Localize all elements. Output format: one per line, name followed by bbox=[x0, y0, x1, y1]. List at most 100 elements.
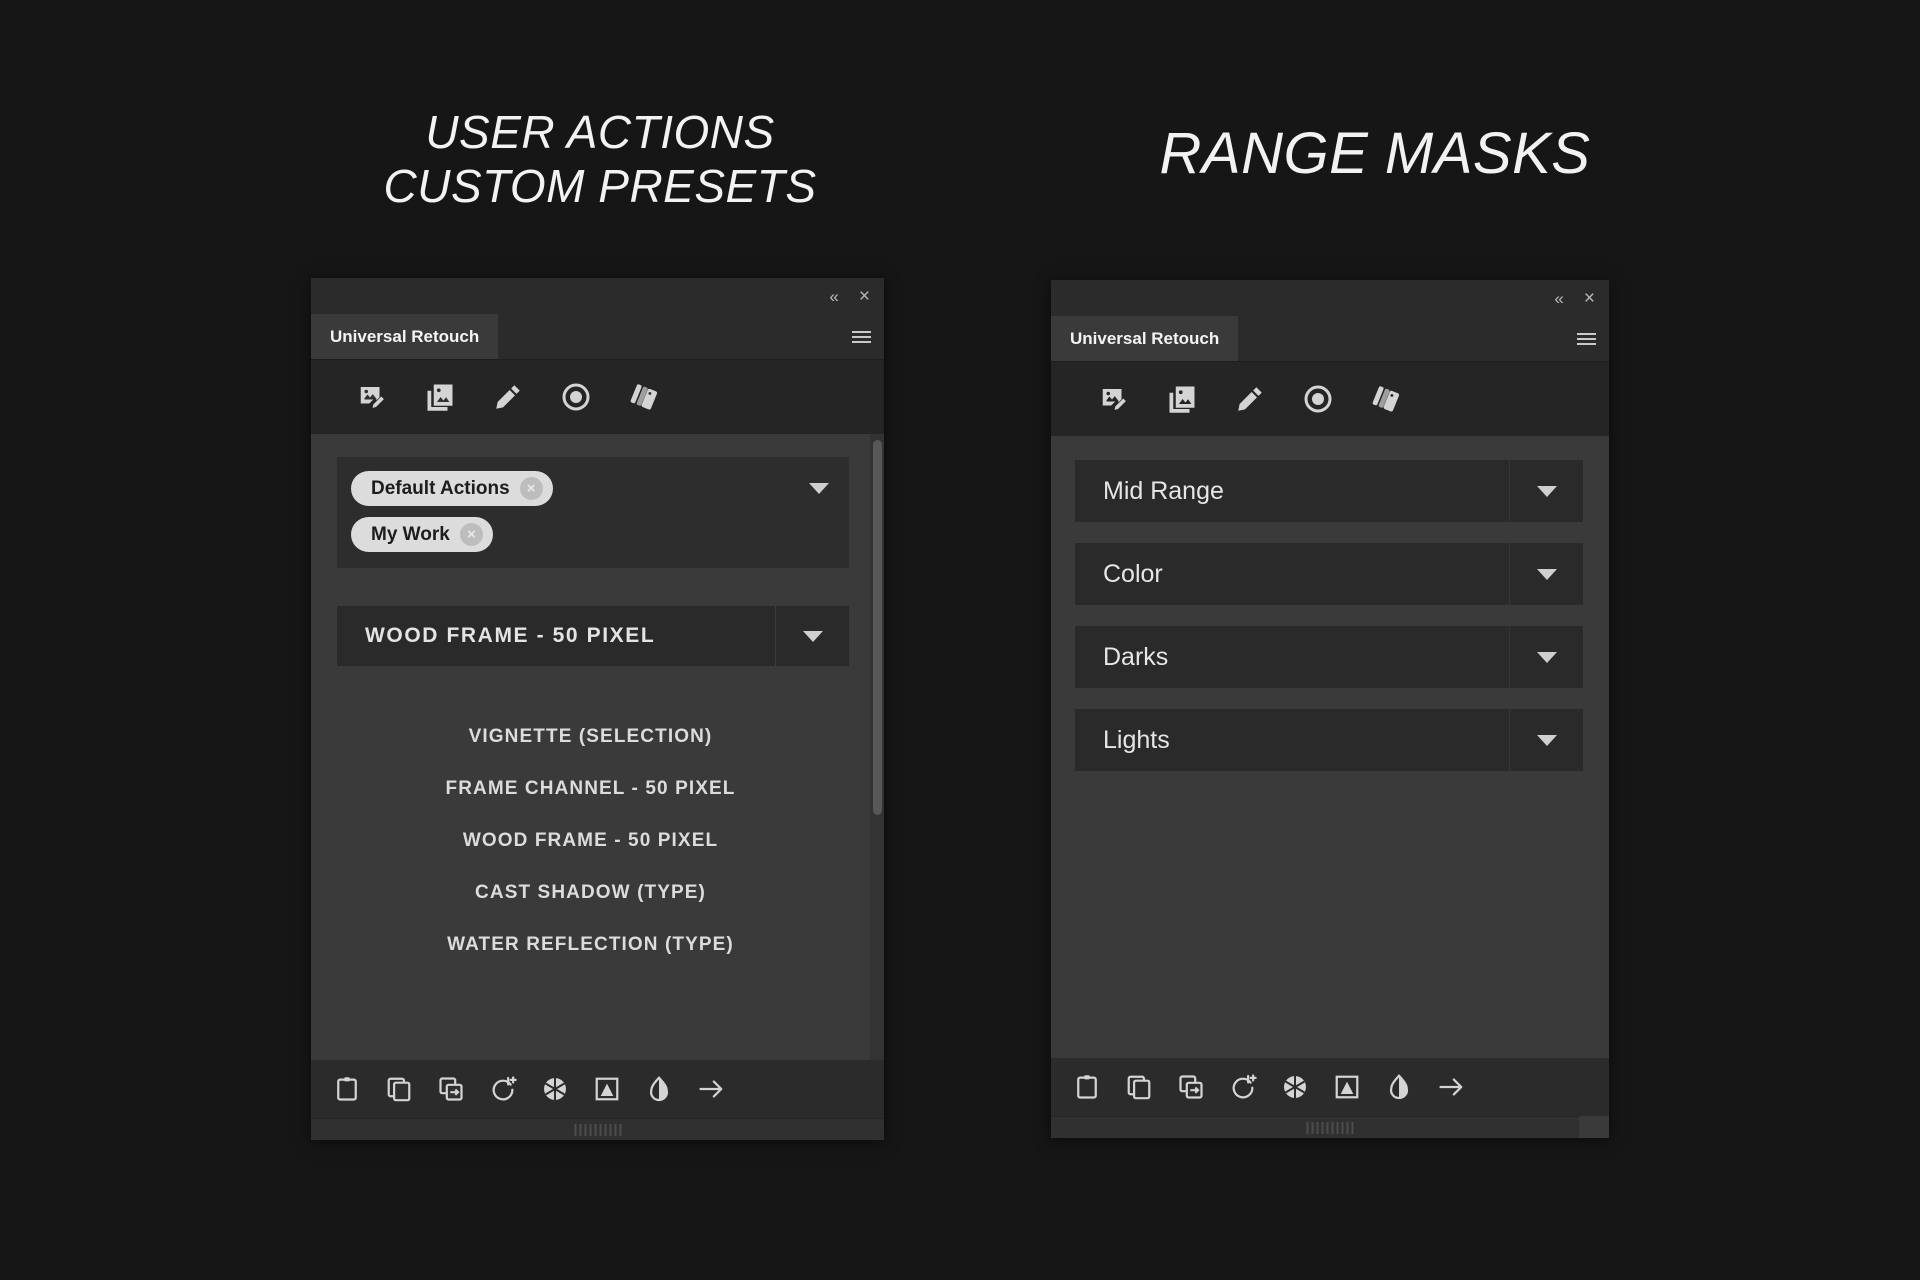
resize-corner[interactable] bbox=[1579, 1116, 1609, 1138]
collapse-icon[interactable]: « bbox=[1554, 290, 1564, 307]
tab-bar-spacer bbox=[498, 314, 838, 359]
grip-line bbox=[609, 1123, 611, 1136]
preset-list: VIGNETTE (SELECTION) FRAME CHANNEL - 50 … bbox=[311, 696, 870, 1060]
resize-grip-icon[interactable] bbox=[1306, 1121, 1354, 1134]
grip-line bbox=[599, 1123, 601, 1136]
contrast-droplet-icon[interactable] bbox=[1385, 1073, 1413, 1101]
record-circle-icon[interactable] bbox=[561, 382, 591, 412]
clipboard-icon[interactable] bbox=[333, 1075, 361, 1103]
close-icon[interactable]: × bbox=[859, 287, 870, 306]
record-circle-icon[interactable] bbox=[1303, 384, 1333, 414]
rotate-add-icon[interactable] bbox=[1229, 1073, 1257, 1101]
tab-bar: Universal Retouch bbox=[1051, 316, 1609, 362]
image-edit-icon[interactable] bbox=[1099, 384, 1129, 414]
range-mask-caret-cell[interactable] bbox=[1509, 626, 1583, 688]
copy-icon[interactable] bbox=[1125, 1073, 1153, 1101]
range-mask-color[interactable]: Color bbox=[1075, 543, 1583, 605]
grip-line bbox=[1311, 1121, 1314, 1134]
chevron-down-icon bbox=[1536, 485, 1557, 497]
tag-my-work[interactable]: My Work × bbox=[351, 517, 493, 552]
panel-menu-icon[interactable] bbox=[1563, 316, 1609, 361]
resize-grip-strip[interactable] bbox=[1051, 1116, 1609, 1138]
hamburger-line bbox=[851, 330, 871, 333]
vertical-scrollbar[interactable] bbox=[870, 434, 884, 1060]
range-mask-caret-cell[interactable] bbox=[1509, 709, 1583, 771]
range-mask-caret-cell[interactable] bbox=[1509, 543, 1583, 605]
range-mask-mid-range[interactable]: Mid Range bbox=[1075, 460, 1583, 522]
grip-line bbox=[594, 1123, 596, 1136]
screenshot-canvas: USER ACTIONS CUSTOM PRESETS RANGE MASKS … bbox=[0, 0, 1920, 1280]
range-mask-caret-cell[interactable] bbox=[1509, 460, 1583, 522]
range-mask-label: Lights bbox=[1103, 725, 1170, 754]
range-mask-list: Mid Range Color Darks Lights bbox=[1075, 460, 1583, 771]
range-mask-label: Color bbox=[1103, 559, 1163, 588]
resize-grip-icon[interactable] bbox=[574, 1123, 621, 1136]
contrast-droplet-icon[interactable] bbox=[645, 1075, 673, 1103]
panel-menu-icon[interactable] bbox=[838, 314, 884, 359]
panel-body-inner: Default Actions × My Work × WOOD FRAME -… bbox=[311, 434, 884, 1060]
panel-body: Default Actions × My Work × WOOD FRAME -… bbox=[311, 434, 884, 1060]
tag-default-actions[interactable]: Default Actions × bbox=[351, 471, 553, 506]
tag-remove-icon[interactable]: × bbox=[459, 523, 483, 546]
tool-icon-bar bbox=[311, 360, 884, 434]
hamburger-line bbox=[851, 335, 871, 338]
chevron-down-icon bbox=[1536, 651, 1557, 663]
duplicate-to-icon[interactable] bbox=[437, 1075, 465, 1103]
grip-line bbox=[1321, 1121, 1324, 1134]
range-mask-label: Darks bbox=[1103, 642, 1169, 671]
tab-bar: Universal Retouch bbox=[311, 314, 884, 360]
grip-line bbox=[1341, 1121, 1344, 1134]
arrow-right-icon[interactable] bbox=[697, 1075, 725, 1103]
list-item[interactable]: WOOD FRAME - 50 PIXEL bbox=[311, 830, 870, 852]
grip-line bbox=[1331, 1121, 1334, 1134]
tag-label: My Work bbox=[371, 523, 450, 545]
panel-body: Mid Range Color Darks Lights bbox=[1051, 436, 1609, 1058]
image-mask-icon[interactable] bbox=[1333, 1073, 1361, 1101]
tag-remove-icon[interactable]: × bbox=[519, 477, 543, 500]
collapse-icon[interactable]: « bbox=[829, 288, 839, 305]
range-mask-darks[interactable]: Darks bbox=[1075, 626, 1583, 688]
duplicate-to-icon[interactable] bbox=[1177, 1073, 1205, 1101]
arrow-right-icon[interactable] bbox=[1437, 1073, 1465, 1101]
grip-line bbox=[1351, 1121, 1354, 1134]
resize-grip-strip[interactable] bbox=[311, 1118, 884, 1140]
tab-bar-spacer bbox=[1238, 316, 1563, 361]
grip-line bbox=[1306, 1121, 1309, 1134]
swatches-icon[interactable] bbox=[1371, 384, 1401, 414]
bottom-action-bar bbox=[311, 1060, 884, 1118]
list-item[interactable]: WATER REFLECTION (TYPE) bbox=[311, 934, 870, 956]
image-stack-icon[interactable] bbox=[425, 382, 455, 412]
grip-line bbox=[579, 1123, 581, 1136]
tab-universal-retouch[interactable]: Universal Retouch bbox=[1051, 316, 1239, 361]
panel-range-masks: « × Universal Retouch Mid Range Color Da… bbox=[1051, 280, 1609, 1138]
pencil-icon[interactable] bbox=[1235, 384, 1265, 414]
pencil-icon[interactable] bbox=[493, 382, 523, 412]
tool-icon-bar bbox=[1051, 362, 1609, 436]
list-item[interactable]: CAST SHADOW (TYPE) bbox=[311, 882, 870, 904]
image-stack-icon[interactable] bbox=[1167, 384, 1197, 414]
chevron-down-icon bbox=[1536, 568, 1557, 580]
aperture-icon[interactable] bbox=[541, 1075, 569, 1103]
chevron-down-icon[interactable] bbox=[809, 483, 829, 494]
preset-select-value: WOOD FRAME - 50 PIXEL bbox=[365, 624, 656, 647]
range-mask-label: Mid Range bbox=[1103, 476, 1224, 505]
image-mask-icon[interactable] bbox=[593, 1075, 621, 1103]
tab-universal-retouch[interactable]: Universal Retouch bbox=[311, 314, 499, 359]
window-controls-bar: « × bbox=[311, 278, 884, 314]
preset-select[interactable]: WOOD FRAME - 50 PIXEL bbox=[337, 606, 849, 666]
swatches-icon[interactable] bbox=[629, 382, 659, 412]
clipboard-icon[interactable] bbox=[1073, 1073, 1101, 1101]
list-item[interactable]: VIGNETTE (SELECTION) bbox=[311, 726, 870, 748]
bottom-action-bar bbox=[1051, 1058, 1609, 1116]
copy-icon[interactable] bbox=[385, 1075, 413, 1103]
preset-select-caret-cell[interactable] bbox=[775, 606, 849, 666]
image-edit-icon[interactable] bbox=[357, 382, 387, 412]
list-item[interactable]: FRAME CHANNEL - 50 PIXEL bbox=[311, 778, 870, 800]
hamburger-line bbox=[1576, 342, 1596, 345]
scrollbar-thumb[interactable] bbox=[873, 440, 882, 815]
range-mask-lights[interactable]: Lights bbox=[1075, 709, 1583, 771]
rotate-add-icon[interactable] bbox=[489, 1075, 517, 1103]
window-controls-bar: « × bbox=[1051, 280, 1609, 316]
close-icon[interactable]: × bbox=[1584, 289, 1595, 308]
aperture-icon[interactable] bbox=[1281, 1073, 1309, 1101]
